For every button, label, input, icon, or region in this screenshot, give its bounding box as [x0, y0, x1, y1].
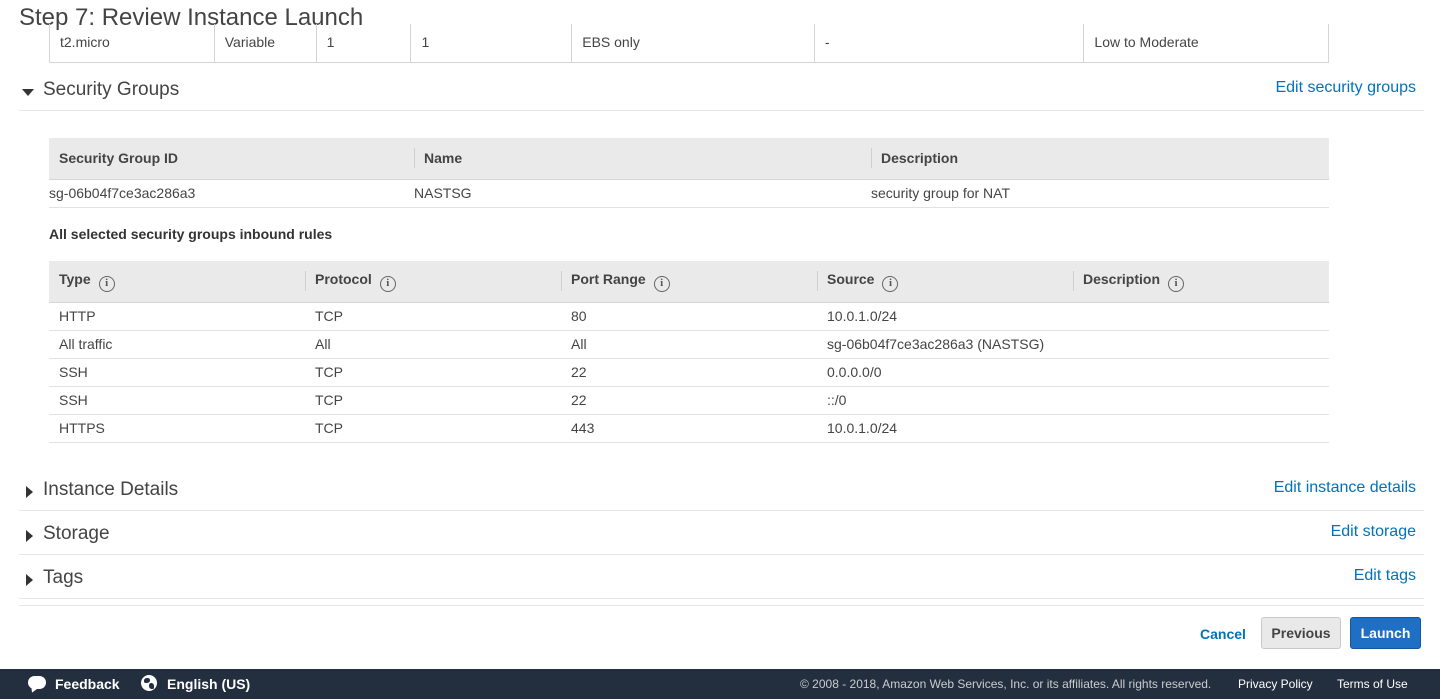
column-header: Name — [414, 138, 871, 180]
table-cell: 22 — [561, 386, 817, 415]
table-cell — [1073, 302, 1329, 331]
edit-instance-details-link[interactable]: Edit instance details — [1274, 479, 1416, 497]
column-divider — [305, 271, 306, 291]
table-cell: TCP — [305, 302, 561, 331]
table-cell: All — [561, 330, 817, 359]
security-groups-section-header[interactable]: Security Groups Edit security groups — [19, 78, 1424, 111]
launch-button[interactable]: Launch — [1350, 617, 1421, 649]
table-cell: HTTP — [49, 302, 305, 331]
inbound-rules-heading: All selected security groups inbound rul… — [49, 226, 333, 242]
inbound-rules-table: Type i Protocol i Port Range i Source i Desc… — [49, 261, 1329, 443]
info-icon[interactable]: i — [882, 275, 899, 292]
storage-cell: EBS only — [572, 24, 815, 62]
table-cell: ::/0 — [817, 386, 1073, 415]
caret-right-icon[interactable] — [26, 574, 33, 586]
divider — [19, 605, 1424, 606]
table-cell: HTTPS — [49, 414, 305, 443]
security-group-table: Security Group ID Name Description sg-06… — [49, 138, 1329, 208]
feedback-link[interactable]: Feedback — [55, 676, 120, 692]
info-icon[interactable]: i — [98, 275, 115, 292]
table-cell: 0.0.0.0/0 — [817, 358, 1073, 387]
instance-type-cell: t2.micro — [50, 24, 215, 62]
column-header-port-range: Port Range i — [561, 261, 817, 303]
table-cell — [1073, 358, 1329, 387]
network-performance-cell: Low to Moderate — [1094, 34, 1199, 50]
table-cell: 10.0.1.0/24 — [817, 414, 1073, 443]
caret-right-icon[interactable] — [26, 486, 33, 498]
column-header-type: Type i — [49, 261, 305, 303]
tags-section-header[interactable]: Tags Edit tags — [19, 566, 1424, 599]
table-cell: sg-06b04f7ce3ac286a3 — [49, 179, 414, 208]
previous-button[interactable]: Previous — [1261, 617, 1341, 649]
info-icon[interactable]: i — [1168, 275, 1185, 292]
table-cell: NASTSG — [414, 179, 871, 208]
table-cell: sg-06b04f7ce3ac286a3 (NASTSG) — [817, 330, 1073, 359]
table-cell: 443 — [561, 414, 817, 443]
section-title: Security Groups — [43, 79, 180, 100]
column-divider — [1073, 271, 1074, 291]
table-header-row: Type i Protocol i Port Range i Source i Desc… — [49, 261, 1329, 303]
column-header-source: Source i — [817, 261, 1073, 303]
info-icon[interactable]: i — [379, 275, 396, 292]
feedback-icon[interactable] — [28, 676, 46, 689]
table-cell — [1073, 414, 1329, 443]
info-icon[interactable]: i — [653, 275, 670, 292]
column-divider — [561, 271, 562, 291]
table-row: SSH TCP 22 ::/0 — [49, 386, 1329, 415]
vcpu-cell: 1 — [317, 24, 412, 62]
instance-details-section-header[interactable]: Instance Details Edit instance details — [19, 478, 1424, 511]
table-cell: All traffic — [49, 330, 305, 359]
caret-down-icon[interactable] — [22, 89, 34, 96]
column-divider — [871, 148, 872, 168]
table-cell: All — [305, 330, 561, 359]
table-cell: TCP — [305, 386, 561, 415]
column-header-protocol: Protocol i — [305, 261, 561, 303]
cancel-button[interactable]: Cancel — [1196, 620, 1250, 648]
console-footer: Feedback English (US) © 2008 - 2018, Ama… — [0, 669, 1440, 699]
column-header-description: Description i — [1073, 261, 1329, 303]
table-cell: TCP — [305, 358, 561, 387]
table-cell: SSH — [49, 358, 305, 387]
language-selector[interactable]: English (US) — [167, 676, 250, 692]
column-header: Security Group ID — [49, 138, 414, 180]
table-row: HTTPS TCP 443 10.0.1.0/24 — [49, 414, 1329, 443]
instance-type-row: t2.micro Variable 1 1 EBS only - Low to … — [49, 24, 1329, 63]
edit-storage-link[interactable]: Edit storage — [1331, 523, 1416, 541]
privacy-policy-link[interactable]: Privacy Policy — [1238, 677, 1313, 691]
section-title: Storage — [43, 523, 110, 544]
ebs-optimized-cell: - — [815, 24, 1085, 62]
table-row: All traffic All All sg-06b04f7ce3ac286a3… — [49, 330, 1329, 359]
table-cell: SSH — [49, 386, 305, 415]
ecu-cell: Variable — [215, 24, 317, 62]
table-cell: TCP — [305, 414, 561, 443]
storage-section-header[interactable]: Storage Edit storage — [19, 522, 1424, 555]
table-cell: 10.0.1.0/24 — [817, 302, 1073, 331]
table-row: SSH TCP 22 0.0.0.0/0 — [49, 358, 1329, 387]
globe-icon[interactable] — [141, 675, 157, 691]
column-divider — [414, 148, 415, 168]
terms-of-use-link[interactable]: Terms of Use — [1337, 677, 1408, 691]
edit-tags-link[interactable]: Edit tags — [1354, 567, 1416, 585]
section-title: Tags — [43, 567, 84, 588]
table-header-row: Security Group ID Name Description — [49, 138, 1329, 180]
table-row: HTTP TCP 80 10.0.1.0/24 — [49, 302, 1329, 331]
table-cell: security group for NAT — [871, 179, 1329, 208]
table-cell: 22 — [561, 358, 817, 387]
column-divider — [817, 271, 818, 291]
column-header: Description — [871, 138, 1329, 180]
caret-right-icon[interactable] — [26, 530, 33, 542]
table-row: sg-06b04f7ce3ac286a3 NASTSG security gro… — [49, 179, 1329, 208]
edit-security-groups-link[interactable]: Edit security groups — [1275, 79, 1416, 97]
section-title: Instance Details — [43, 479, 179, 500]
table-cell — [1073, 386, 1329, 415]
table-cell — [1073, 330, 1329, 359]
table-cell: 80 — [561, 302, 817, 331]
copyright-text: © 2008 - 2018, Amazon Web Services, Inc.… — [800, 677, 1212, 691]
memory-cell: 1 — [411, 24, 573, 62]
